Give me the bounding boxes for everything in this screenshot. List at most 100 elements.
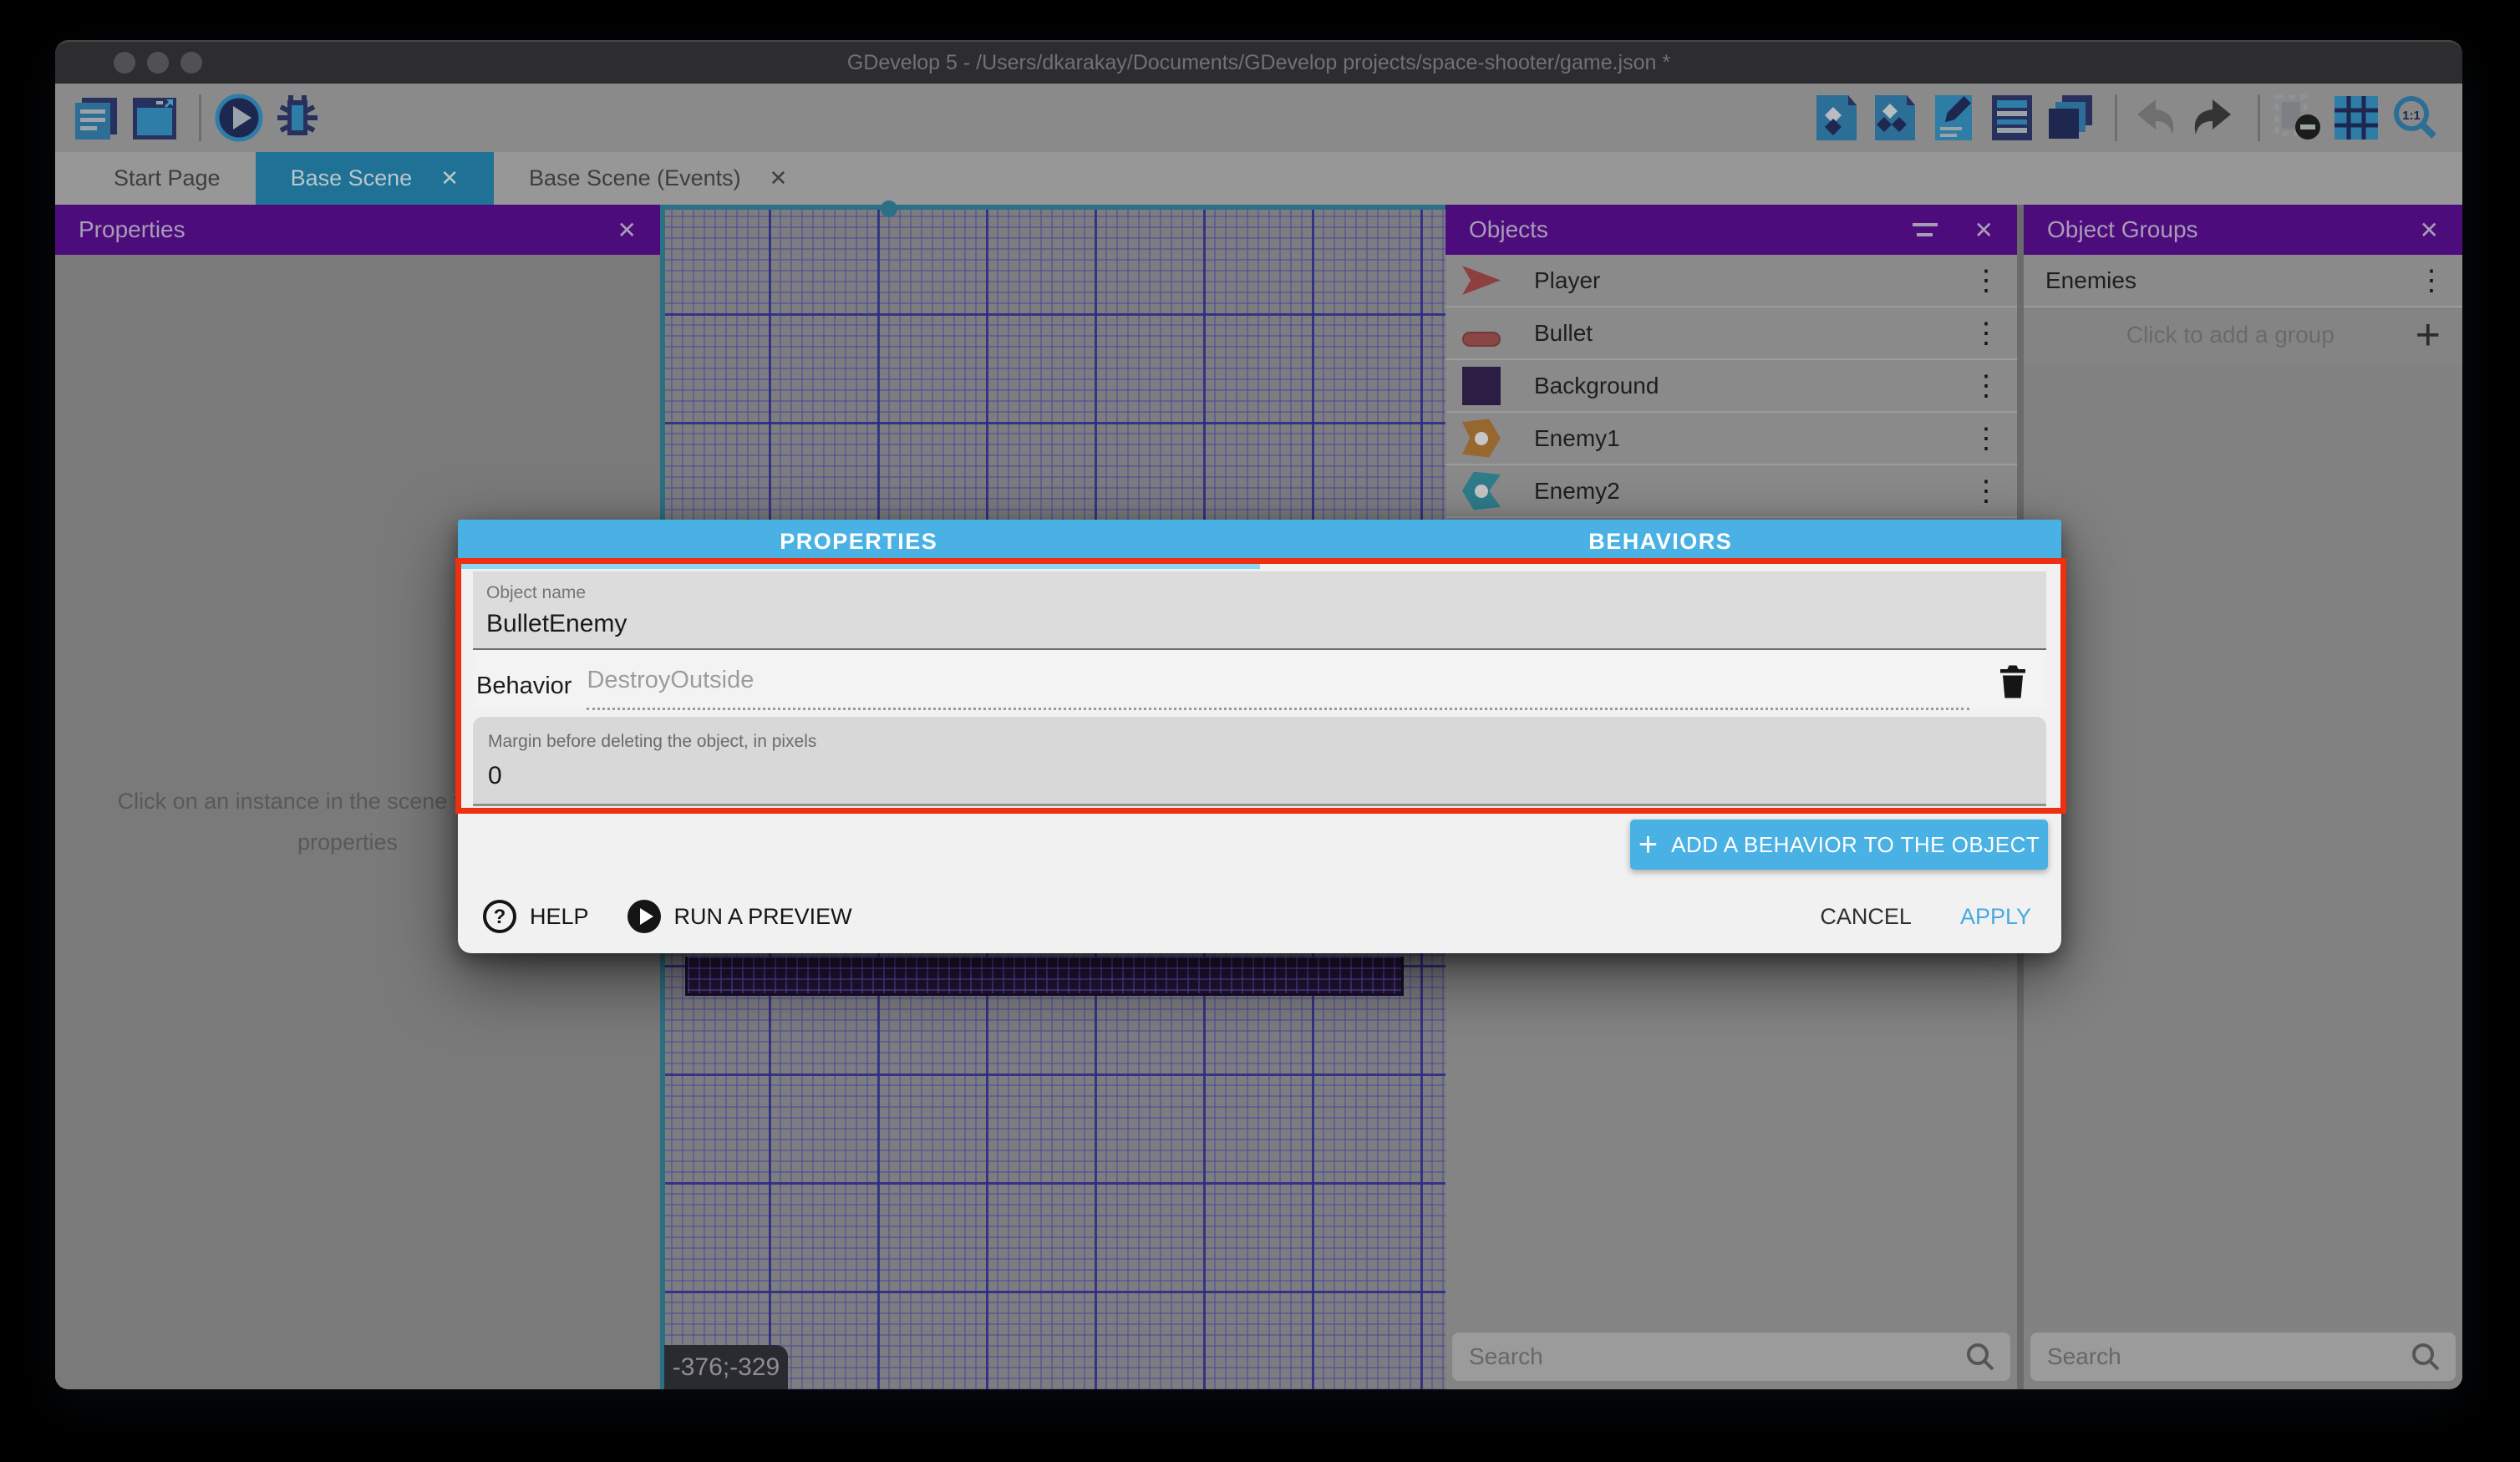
object-row-bullet[interactable]: Bullet ⋮ [1445, 307, 2017, 360]
undo-icon[interactable] [2129, 93, 2181, 143]
delete-behavior-icon[interactable] [1998, 663, 2028, 704]
object-name-label: Object name [486, 583, 2033, 603]
object-label: Background [1534, 373, 1659, 399]
close-tab-icon[interactable]: ✕ [440, 165, 459, 191]
desktop: GDevelop 5 - /Users/dkarakay/Documents/G… [0, 0, 2520, 1462]
apply-button[interactable]: APPLY [1960, 904, 2031, 930]
background-object-instance[interactable] [685, 957, 1404, 996]
objects-panel-header: Objects ✕ [1445, 205, 2017, 255]
behavior-row: Behavior DestroyOutside [473, 650, 2046, 710]
groups-search [2030, 1333, 2456, 1381]
object-name-value[interactable]: BulletEnemy [486, 610, 2033, 638]
tab-label: Start Page [114, 165, 221, 191]
object-groups-panel: Object Groups ✕ Enemies ⋮ Click to add a… [2024, 205, 2462, 1389]
object-groups-title: Object Groups [2047, 216, 2198, 243]
properties-edit-icon[interactable] [1928, 93, 1979, 143]
margin-field[interactable]: Margin before deleting the object, in pi… [473, 717, 2046, 806]
objects-search [1452, 1333, 2010, 1381]
object-menu-icon[interactable]: ⋮ [1972, 267, 2000, 295]
layers-panel-icon[interactable] [1986, 93, 2038, 143]
object-row-enemy2[interactable]: Enemy2 ⋮ [1445, 465, 2017, 518]
debug-icon[interactable] [272, 93, 323, 143]
help-button[interactable]: ? HELP [481, 898, 589, 935]
search-icon [2411, 1342, 2441, 1372]
object-label: Player [1534, 267, 1600, 294]
add-behavior-button[interactable]: + ADD A BEHAVIOR TO THE OBJECT [1630, 820, 2048, 870]
object-label: Bullet [1534, 320, 1593, 347]
add-group-icon[interactable]: + [2416, 313, 2441, 357]
behavior-label: Behavior [476, 673, 572, 700]
dialog-tabs: PROPERTIES BEHAVIORS [458, 520, 2061, 563]
project-manager-icon[interactable] [70, 93, 122, 143]
objects-search-input[interactable] [1452, 1333, 2010, 1381]
window-zoom-button[interactable] [180, 52, 202, 74]
properties-panel-header: Properties ✕ [55, 205, 660, 255]
close-tab-icon[interactable]: ✕ [770, 165, 788, 191]
edit-object-dialog: PROPERTIES BEHAVIORS Object name BulletE… [458, 520, 2061, 953]
close-panel-icon[interactable]: ✕ [1974, 216, 1994, 244]
player-sprite-icon [1462, 261, 1501, 300]
toolbar-divider [2115, 94, 2117, 141]
object-label: Enemy1 [1534, 425, 1620, 452]
objects-panel-icon[interactable] [1811, 93, 1862, 143]
tab-start-page[interactable]: Start Page [79, 152, 256, 205]
object-row-background[interactable]: Background ⋮ [1445, 360, 2017, 413]
active-tab-indicator [458, 561, 1260, 569]
object-menu-icon[interactable]: ⋮ [1972, 372, 2000, 400]
margin-label: Margin before deleting the object, in pi… [488, 732, 2031, 752]
run-preview-button[interactable]: RUN A PREVIEW [626, 898, 852, 935]
tab-base-scene-events[interactable]: Base Scene (Events) ✕ [494, 152, 822, 205]
object-groups-header: Object Groups ✕ [2024, 205, 2462, 255]
object-label: Enemy2 [1534, 478, 1620, 505]
search-icon [1965, 1342, 1995, 1372]
scene-handle-dot[interactable] [881, 201, 897, 217]
dialog-tab-behaviors[interactable]: BEHAVIORS [1260, 520, 2062, 563]
background-sprite-icon [1462, 367, 1501, 405]
new-scene-window-icon[interactable] [129, 93, 180, 143]
play-preview-icon[interactable] [213, 93, 265, 143]
toolbar: 1:1 [55, 84, 2462, 152]
dialog-footer: ? HELP RUN A PREVIEW CANCEL APPLY [458, 880, 2061, 953]
object-menu-icon[interactable]: ⋮ [1972, 424, 2000, 453]
group-row-enemies[interactable]: Enemies ⋮ [2024, 255, 2462, 307]
object-menu-icon[interactable]: ⋮ [1972, 477, 2000, 505]
object-row-enemy1[interactable]: Enemy1 ⋮ [1445, 413, 2017, 465]
group-menu-icon[interactable]: ⋮ [2417, 267, 2446, 295]
redo-icon[interactable] [2187, 93, 2239, 143]
close-panel-icon[interactable]: ✕ [2420, 216, 2439, 244]
window-minimize-button[interactable] [147, 52, 169, 74]
tab-base-scene[interactable]: Base Scene ✕ [256, 152, 494, 205]
cancel-button[interactable]: CANCEL [1820, 904, 1912, 930]
enemy1-sprite-icon [1462, 419, 1501, 458]
cursor-coordinates: -376;-329 [664, 1345, 788, 1389]
object-groups-panel-icon[interactable] [1869, 93, 1921, 143]
zoom-1-1-icon[interactable]: 1:1 [2389, 93, 2441, 143]
behavior-name-input[interactable]: DestroyOutside [587, 662, 1969, 710]
window-title: GDevelop 5 - /Users/dkarakay/Documents/G… [847, 51, 1670, 75]
enemy2-sprite-icon [1462, 472, 1501, 510]
toolbar-divider [2258, 94, 2260, 141]
canvas-edge [660, 205, 1445, 210]
play-icon [626, 898, 663, 935]
dialog-tab-properties[interactable]: PROPERTIES [458, 520, 1260, 563]
instances-list-icon[interactable] [2045, 93, 2096, 143]
svg-text:1:1: 1:1 [2402, 109, 2421, 123]
title-bar: GDevelop 5 - /Users/dkarakay/Documents/G… [55, 42, 2462, 84]
close-panel-icon[interactable]: ✕ [617, 216, 637, 244]
objects-panel-title: Objects [1469, 216, 1548, 243]
toolbar-divider [199, 94, 201, 141]
groups-search-input[interactable] [2030, 1333, 2456, 1381]
svg-text:?: ? [494, 906, 506, 928]
margin-value[interactable]: 0 [488, 762, 2031, 790]
filter-icon[interactable] [1913, 223, 1938, 236]
add-group-row[interactable]: Click to add a group + [2024, 307, 2462, 363]
window-close-button[interactable] [114, 52, 135, 74]
tab-label: Base Scene (Events) [529, 165, 741, 191]
object-name-field[interactable]: Object name BulletEnemy [473, 571, 2046, 650]
toggle-mask-icon[interactable] [2272, 93, 2324, 143]
help-icon: ? [481, 898, 518, 935]
bullet-sprite-icon [1462, 332, 1501, 347]
object-menu-icon[interactable]: ⋮ [1972, 319, 2000, 348]
grid-icon[interactable] [2330, 93, 2382, 143]
object-row-player[interactable]: Player ⋮ [1445, 255, 2017, 307]
